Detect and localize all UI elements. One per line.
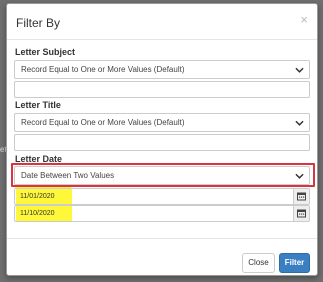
- letter-subject-select-value: Record Equal to One or More Values (Defa…: [21, 65, 185, 74]
- modal-title: Filter By: [16, 16, 61, 30]
- end-date-calendar-button[interactable]: [293, 205, 310, 222]
- start-date-value: 11/01/2020: [20, 193, 55, 200]
- letter-title-label: Letter Title: [15, 100, 61, 110]
- start-date-input[interactable]: 11/01/2020: [14, 188, 293, 205]
- chevron-down-icon: [295, 120, 304, 126]
- filter-button[interactable]: Filter: [279, 253, 310, 273]
- start-date-calendar-button[interactable]: [293, 188, 310, 205]
- end-date-row: 11/10/2020: [14, 205, 310, 222]
- close-icon[interactable]: ×: [300, 13, 308, 26]
- end-date-value: 11/10/2020: [20, 210, 55, 217]
- start-date-row: 11/01/2020: [14, 188, 310, 205]
- letter-subject-select[interactable]: Record Equal to One or More Values (Defa…: [14, 60, 310, 79]
- end-date-input[interactable]: 11/10/2020: [14, 205, 293, 222]
- letter-subject-input[interactable]: [14, 81, 310, 98]
- chevron-down-icon: [295, 67, 304, 73]
- letter-subject-label: Letter Subject: [15, 47, 76, 57]
- modal-header: Filter By ×: [7, 4, 317, 40]
- letter-date-highlight: [11, 163, 315, 187]
- modal-footer: Close Filter: [7, 238, 317, 277]
- calendar-icon: [297, 209, 306, 218]
- calendar-icon: [297, 192, 306, 201]
- letter-title-input[interactable]: [14, 134, 310, 151]
- letter-title-select[interactable]: Record Equal to One or More Values (Defa…: [14, 113, 310, 132]
- close-button[interactable]: Close: [242, 253, 275, 273]
- filter-modal: Filter By × Letter Subject Record Equal …: [6, 3, 318, 276]
- letter-title-select-value: Record Equal to One or More Values (Defa…: [21, 118, 185, 127]
